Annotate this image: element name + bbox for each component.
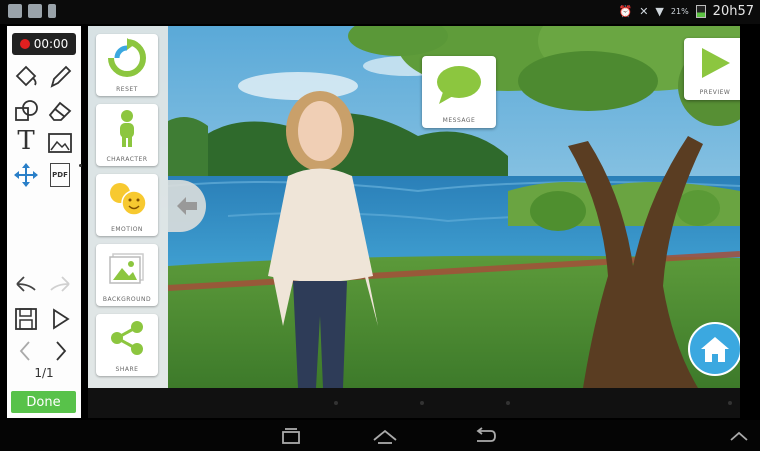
paint-bucket-icon <box>15 65 37 87</box>
redo-icon <box>50 276 70 292</box>
reset-label: RESET <box>116 86 138 93</box>
home-nav-button[interactable] <box>370 425 400 447</box>
page-indicator: 1/1 <box>34 366 54 380</box>
back-nav-button[interactable] <box>470 425 500 447</box>
mute-icon: ✕ <box>639 5 649 18</box>
save-icon <box>15 308 37 330</box>
tool-panel: 00:00 T PDF 1/1 Done <box>7 26 82 418</box>
play-icon <box>702 48 730 78</box>
page-dot <box>334 401 338 405</box>
message-label: MESSAGE <box>442 117 476 124</box>
reset-button[interactable]: RESET <box>96 34 158 96</box>
record-timer: 00:00 <box>33 37 69 51</box>
pencil-icon <box>50 65 72 88</box>
page-dot <box>506 401 510 405</box>
undo-icon <box>16 276 36 292</box>
back-icon <box>476 427 496 442</box>
eraser-tool[interactable] <box>45 96 75 126</box>
next-page-button[interactable] <box>45 336 75 366</box>
character-label: CHARACTER <box>106 156 148 163</box>
keyboard-icon <box>28 4 42 18</box>
clock: 20h57 <box>712 4 754 19</box>
side-menu: RESET CHARACTER EMOTION BACKGROUND SHARE <box>88 26 168 388</box>
recent-apps-button[interactable] <box>276 425 306 447</box>
arrow-left-icon <box>177 197 197 215</box>
background-label: BACKGROUND <box>102 296 152 303</box>
home-outline-icon <box>373 429 397 444</box>
page-dot <box>420 401 424 405</box>
move-arrows-icon <box>14 163 38 187</box>
share-label: SHARE <box>115 366 139 373</box>
character-button[interactable]: CHARACTER <box>96 104 158 166</box>
background-icon <box>109 253 144 284</box>
pdf-icon: PDF <box>50 163 70 187</box>
system-nav-bar <box>0 420 760 451</box>
text-tool[interactable]: T <box>11 126 41 156</box>
chevron-left-icon <box>19 341 30 361</box>
pen-tool[interactable] <box>45 62 75 92</box>
play-button[interactable] <box>45 304 75 334</box>
expand-nav-button[interactable] <box>724 425 754 447</box>
recent-apps-icon <box>282 428 300 444</box>
home-button[interactable] <box>688 322 742 376</box>
done-button[interactable]: Done <box>11 391 76 413</box>
play-outline-icon <box>53 308 70 330</box>
alarm-icon: ⏰ <box>618 5 633 18</box>
wifi-icon: ▼ <box>655 5 664 18</box>
reset-icon <box>108 38 146 77</box>
share-icon <box>111 321 143 355</box>
background-button[interactable]: BACKGROUND <box>96 244 158 306</box>
record-icon <box>19 39 30 49</box>
page-dot <box>728 401 732 405</box>
home-icon <box>701 337 729 362</box>
chevron-up-icon <box>730 431 748 441</box>
preview-button[interactable]: PREVIEW <box>684 38 746 100</box>
message-button[interactable]: MESSAGE <box>422 56 496 128</box>
status-bar: ⏰ ✕ ▼ 21% 20h57 <box>0 0 760 24</box>
submenu-indicator <box>79 164 82 167</box>
preview-label: PREVIEW <box>699 89 731 96</box>
previous-page-button[interactable] <box>11 336 41 366</box>
emotion-label: EMOTION <box>111 226 143 233</box>
pdf-tool[interactable]: PDF <box>45 160 75 190</box>
right-edge <box>740 26 760 418</box>
image-tool[interactable] <box>45 128 75 158</box>
image-icon <box>48 133 72 153</box>
battery-small-icon <box>48 4 56 18</box>
picture-icon <box>8 4 22 18</box>
chevron-right-icon <box>56 341 67 361</box>
app-bottom-bar <box>88 388 740 418</box>
undo-button[interactable] <box>11 270 41 300</box>
battery-level: 21% <box>670 7 689 16</box>
character-icon <box>120 110 134 147</box>
shapes-icon <box>15 100 38 121</box>
redo-button[interactable] <box>45 270 75 300</box>
emotion-button[interactable]: EMOTION <box>96 174 158 236</box>
fill-tool[interactable] <box>11 62 41 92</box>
move-tool[interactable] <box>11 160 41 190</box>
emotion-icon <box>110 183 147 216</box>
shape-tool[interactable] <box>11 96 41 126</box>
speech-bubble-icon <box>437 66 481 104</box>
share-button[interactable]: SHARE <box>96 314 158 376</box>
save-button[interactable] <box>11 304 41 334</box>
battery-icon <box>695 5 706 18</box>
eraser-icon <box>48 101 72 121</box>
record-button[interactable]: 00:00 <box>12 33 76 55</box>
